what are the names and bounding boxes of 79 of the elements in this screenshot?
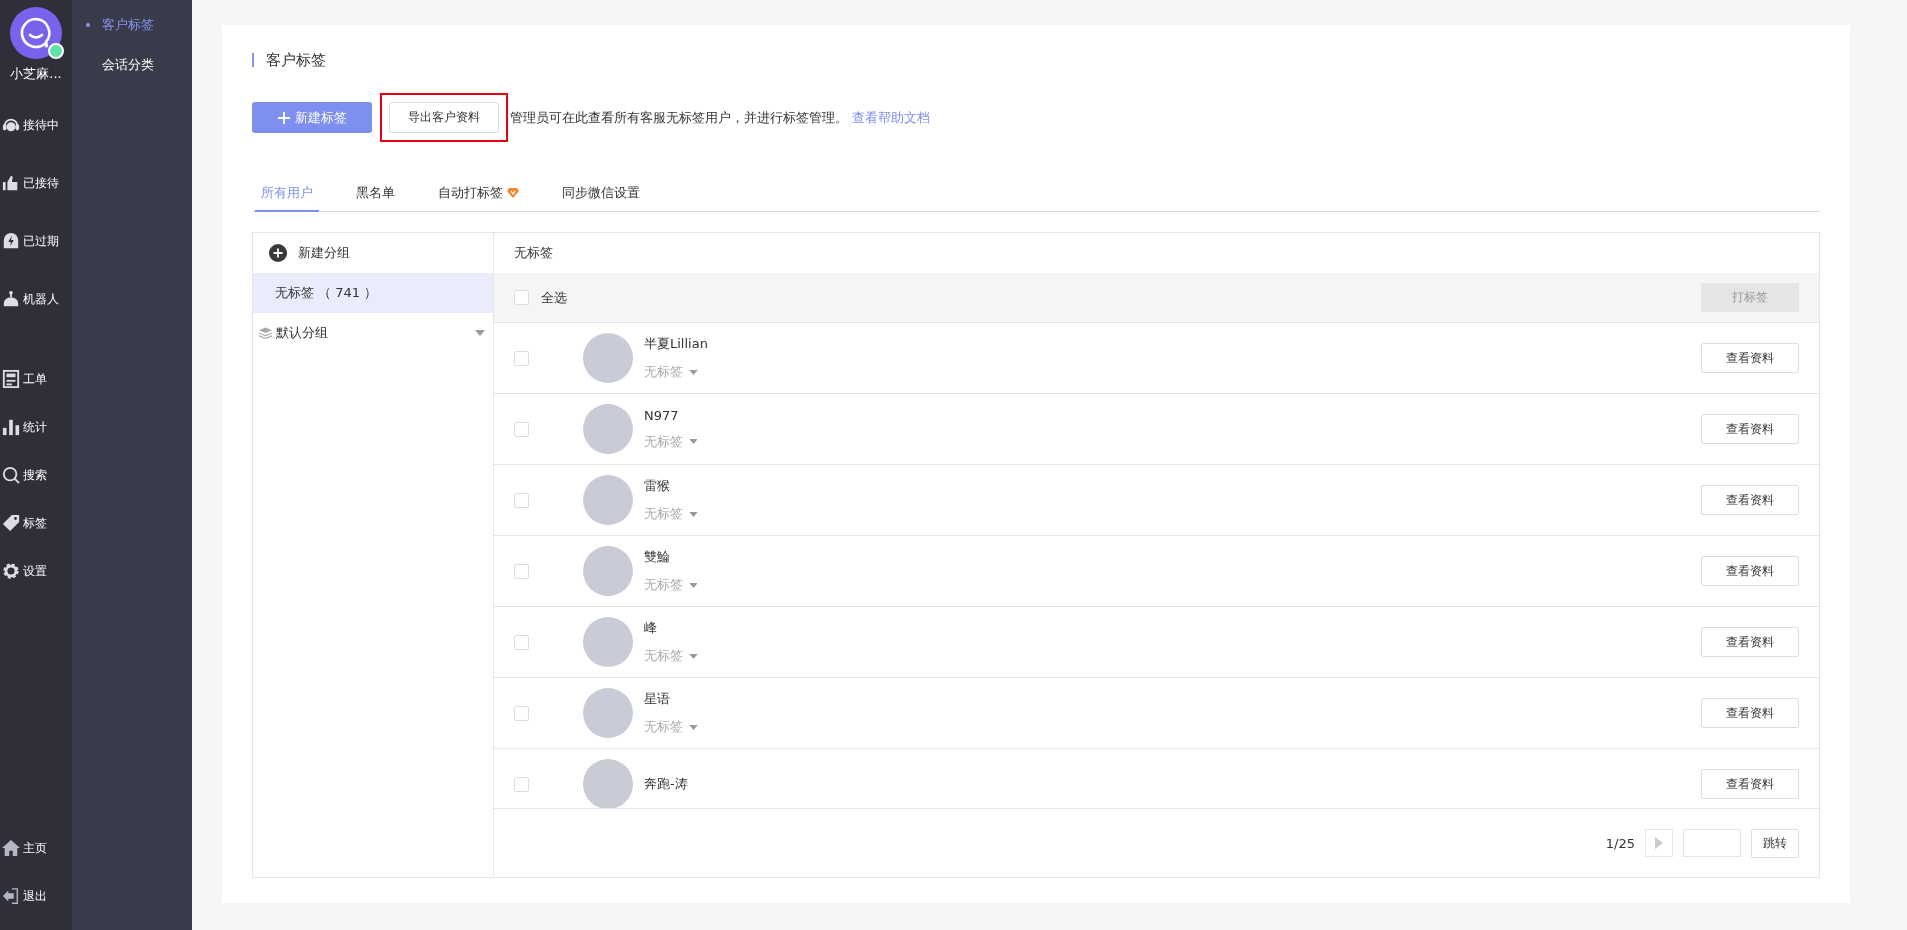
home-icon bbox=[2, 839, 20, 857]
checkbox[interactable] bbox=[514, 350, 529, 366]
checkbox[interactable] bbox=[514, 634, 529, 650]
page-input-field[interactable] bbox=[1683, 829, 1741, 857]
headset-icon bbox=[2, 116, 20, 134]
view-profile-button[interactable]: 查看资料 bbox=[1701, 343, 1799, 373]
nav-item[interactable]: 已接待 bbox=[0, 174, 72, 192]
view-profile-button[interactable]: 查看资料 bbox=[1701, 769, 1799, 799]
caret-icon bbox=[689, 511, 698, 517]
nav-item[interactable]: 设置 bbox=[0, 562, 72, 580]
view-profile-button[interactable]: 查看资料 bbox=[1701, 485, 1799, 515]
new-group-button[interactable]: 新建分组 bbox=[253, 233, 493, 273]
avatar-photo-placeholder bbox=[583, 759, 633, 808]
nav-item[interactable]: 退出 bbox=[0, 887, 72, 905]
avatar-photo-placeholder bbox=[583, 688, 633, 738]
nav-item[interactable]: 已过期 bbox=[0, 232, 72, 250]
page-indicator: 1/25 bbox=[1605, 835, 1635, 851]
plus-icon bbox=[277, 111, 290, 124]
checkbox[interactable] bbox=[514, 290, 529, 305]
user-name: 星语 bbox=[644, 690, 671, 708]
nav-item[interactable]: 主页 bbox=[0, 839, 72, 857]
user-name: 雙鯩 bbox=[644, 548, 671, 566]
view-profile-button[interactable]: 查看资料 bbox=[1701, 698, 1799, 728]
view-profile-button[interactable]: 查看资料 bbox=[1701, 414, 1799, 444]
user-name: 峰 bbox=[644, 619, 658, 637]
caret-icon[interactable] bbox=[475, 330, 485, 336]
user-name: 雷猴 bbox=[644, 477, 671, 495]
checkbox[interactable] bbox=[514, 705, 529, 721]
nav-item[interactable]: 机器人 bbox=[0, 290, 72, 308]
play-arrow-icon bbox=[1655, 837, 1663, 849]
page-title: 客户标签 bbox=[252, 53, 1820, 67]
nav-item[interactable]: 统计 bbox=[0, 418, 72, 436]
nav-item[interactable]: 工单 bbox=[0, 370, 72, 388]
robot-icon bbox=[2, 290, 20, 308]
settings-icon bbox=[2, 562, 20, 580]
search-icon bbox=[2, 466, 20, 484]
user-name: 半夏Lillian bbox=[644, 335, 709, 353]
subnav-item[interactable]: 客户标签 bbox=[72, 16, 192, 34]
user-name: N977 bbox=[644, 407, 680, 423]
list-title: 无标签 bbox=[513, 244, 554, 262]
avatar-photo-placeholder bbox=[583, 617, 633, 667]
group-item[interactable]: 无标签 （ 741 ） bbox=[253, 273, 493, 313]
caret-icon bbox=[689, 369, 698, 375]
subnav-item[interactable]: 会话分类 bbox=[72, 56, 192, 74]
nav-item[interactable]: 搜索 bbox=[0, 466, 72, 484]
export-button[interactable]: 导出客户资料 bbox=[389, 102, 499, 133]
avatar-photo-placeholder bbox=[583, 546, 633, 596]
agent-name: 小芝麻... bbox=[10, 65, 62, 83]
caret-icon bbox=[689, 582, 698, 588]
select-all-label[interactable]: 全选 bbox=[541, 288, 567, 307]
tab[interactable]: 同步微信设置 bbox=[556, 178, 646, 212]
checkbox[interactable] bbox=[514, 776, 529, 792]
nav-item[interactable]: 标签 bbox=[0, 514, 72, 532]
tab[interactable]: 自动打标签 bbox=[432, 178, 525, 212]
plus-circle-icon bbox=[269, 244, 287, 262]
caret-icon bbox=[689, 724, 698, 730]
checkbox[interactable] bbox=[514, 563, 529, 579]
user-name: 奔跑-涛 bbox=[644, 775, 689, 793]
avatar-photo-placeholder bbox=[583, 404, 633, 454]
view-profile-button[interactable]: 查看资料 bbox=[1701, 627, 1799, 657]
nav-item[interactable]: 接待中 bbox=[0, 116, 72, 134]
next-page-button[interactable] bbox=[1645, 829, 1673, 857]
bar-chart-icon bbox=[2, 418, 20, 436]
tab[interactable]: 黑名单 bbox=[350, 178, 401, 212]
view-profile-button[interactable]: 查看资料 bbox=[1701, 556, 1799, 586]
document-icon bbox=[2, 370, 20, 388]
hint-text: 管理员可在此查看所有客服无标签用户，并进行标签管理。 bbox=[510, 108, 848, 127]
checkbox[interactable] bbox=[514, 421, 529, 437]
thumbs-up-icon bbox=[2, 174, 20, 192]
caret-icon bbox=[689, 653, 698, 659]
logout-icon bbox=[2, 887, 20, 905]
avatar-photo-placeholder bbox=[583, 333, 633, 383]
layers-icon bbox=[259, 327, 272, 339]
caret-icon bbox=[689, 439, 698, 444]
chat-bubble-logo-icon bbox=[10, 7, 62, 59]
group-folder-label[interactable]: 默认分组 bbox=[276, 324, 475, 342]
checkbox[interactable] bbox=[514, 492, 529, 508]
jump-button[interactable]: 跳转 bbox=[1751, 828, 1799, 858]
avatar-photo-placeholder bbox=[583, 475, 633, 525]
